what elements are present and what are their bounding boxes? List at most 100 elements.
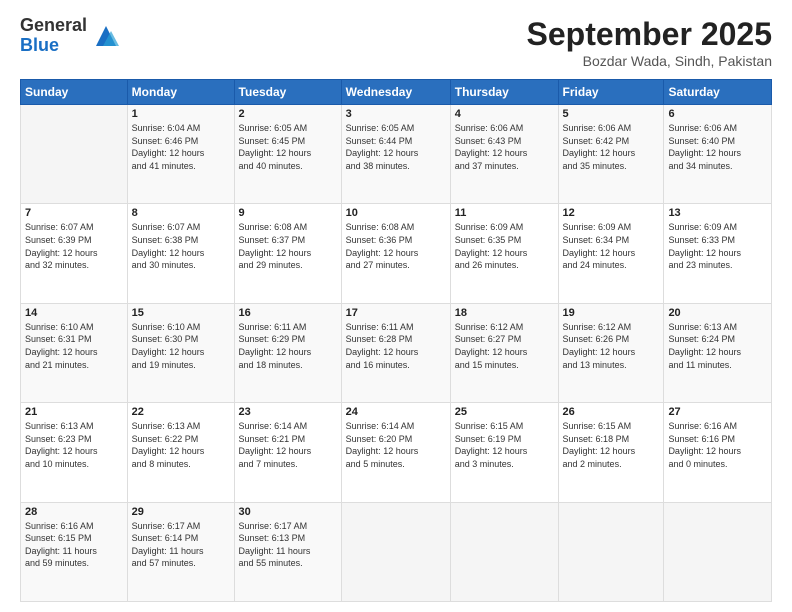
day-number: 14 [25, 307, 123, 319]
day-info: Sunrise: 6:15 AM Sunset: 6:18 PM Dayligh… [563, 420, 660, 470]
day-info: Sunrise: 6:14 AM Sunset: 6:21 PM Dayligh… [239, 420, 337, 470]
day-info: Sunrise: 6:07 AM Sunset: 6:39 PM Dayligh… [25, 221, 123, 271]
day-info: Sunrise: 6:15 AM Sunset: 6:19 PM Dayligh… [455, 420, 554, 470]
day-cell: 30 Sunrise: 6:17 AM Sunset: 6:13 PM Dayli… [234, 502, 341, 601]
day-info: Sunrise: 6:09 AM Sunset: 6:34 PM Dayligh… [563, 221, 660, 271]
logo-blue: Blue [20, 36, 87, 56]
day-cell [664, 502, 772, 601]
day-info: Sunrise: 6:05 AM Sunset: 6:45 PM Dayligh… [239, 122, 337, 172]
day-cell: 14 Sunrise: 6:10 AM Sunset: 6:31 PM Dayli… [21, 303, 128, 402]
day-number: 4 [455, 108, 554, 120]
day-info: Sunrise: 6:08 AM Sunset: 6:36 PM Dayligh… [346, 221, 446, 271]
day-cell: 11 Sunrise: 6:09 AM Sunset: 6:35 PM Dayli… [450, 204, 558, 303]
day-number: 10 [346, 207, 446, 219]
day-number: 19 [563, 307, 660, 319]
header: General Blue September 2025 Bozdar Wada,… [20, 16, 772, 69]
day-info: Sunrise: 6:10 AM Sunset: 6:31 PM Dayligh… [25, 321, 123, 371]
logo-icon [91, 21, 121, 51]
day-cell: 26 Sunrise: 6:15 AM Sunset: 6:18 PM Dayli… [558, 403, 664, 502]
day-info: Sunrise: 6:12 AM Sunset: 6:26 PM Dayligh… [563, 321, 660, 371]
day-cell [450, 502, 558, 601]
day-info: Sunrise: 6:16 AM Sunset: 6:16 PM Dayligh… [668, 420, 767, 470]
day-number: 29 [132, 506, 230, 518]
day-number: 3 [346, 108, 446, 120]
day-number: 17 [346, 307, 446, 319]
day-info: Sunrise: 6:06 AM Sunset: 6:42 PM Dayligh… [563, 122, 660, 172]
day-cell: 27 Sunrise: 6:16 AM Sunset: 6:16 PM Dayli… [664, 403, 772, 502]
header-cell-tuesday: Tuesday [234, 80, 341, 105]
header-cell-saturday: Saturday [664, 80, 772, 105]
day-cell: 6 Sunrise: 6:06 AM Sunset: 6:40 PM Daylig… [664, 105, 772, 204]
day-number: 30 [239, 506, 337, 518]
day-cell: 7Sunrise: 6:07 AM Sunset: 6:39 PM Daylig… [21, 204, 128, 303]
day-number: 22 [132, 406, 230, 418]
header-cell-monday: Monday [127, 80, 234, 105]
day-number: 6 [668, 108, 767, 120]
day-number: 1 [132, 108, 230, 120]
location: Bozdar Wada, Sindh, Pakistan [527, 53, 772, 69]
calendar: SundayMondayTuesdayWednesdayThursdayFrid… [20, 79, 772, 602]
calendar-header: SundayMondayTuesdayWednesdayThursdayFrid… [21, 80, 772, 105]
day-cell: 22 Sunrise: 6:13 AM Sunset: 6:22 PM Dayli… [127, 403, 234, 502]
day-cell: 20 Sunrise: 6:13 AM Sunset: 6:24 PM Dayli… [664, 303, 772, 402]
day-cell: 13 Sunrise: 6:09 AM Sunset: 6:33 PM Dayli… [664, 204, 772, 303]
day-cell: 16Sunrise: 6:11 AM Sunset: 6:29 PM Dayli… [234, 303, 341, 402]
day-cell: 4 Sunrise: 6:06 AM Sunset: 6:43 PM Daylig… [450, 105, 558, 204]
day-number: 25 [455, 406, 554, 418]
day-cell: 23Sunrise: 6:14 AM Sunset: 6:21 PM Dayli… [234, 403, 341, 502]
day-info: Sunrise: 6:13 AM Sunset: 6:22 PM Dayligh… [132, 420, 230, 470]
header-cell-sunday: Sunday [21, 80, 128, 105]
day-number: 11 [455, 207, 554, 219]
day-cell: 2 Sunrise: 6:05 AM Sunset: 6:45 PM Daylig… [234, 105, 341, 204]
calendar-body: 1Sunrise: 6:04 AM Sunset: 6:46 PM Daylig… [21, 105, 772, 602]
day-info: Sunrise: 6:06 AM Sunset: 6:40 PM Dayligh… [668, 122, 767, 172]
day-number: 26 [563, 406, 660, 418]
logo-text: General Blue [20, 16, 87, 56]
day-cell: 3 Sunrise: 6:05 AM Sunset: 6:44 PM Daylig… [341, 105, 450, 204]
month-title: September 2025 [527, 16, 772, 53]
week-row-3: 14 Sunrise: 6:10 AM Sunset: 6:31 PM Dayli… [21, 303, 772, 402]
day-cell: 19 Sunrise: 6:12 AM Sunset: 6:26 PM Dayli… [558, 303, 664, 402]
day-cell: 8 Sunrise: 6:07 AM Sunset: 6:38 PM Daylig… [127, 204, 234, 303]
day-cell: 9Sunrise: 6:08 AM Sunset: 6:37 PM Daylig… [234, 204, 341, 303]
day-info: Sunrise: 6:09 AM Sunset: 6:33 PM Dayligh… [668, 221, 767, 271]
day-info: Sunrise: 6:13 AM Sunset: 6:23 PM Dayligh… [25, 420, 123, 470]
day-number: 27 [668, 406, 767, 418]
day-cell: 25 Sunrise: 6:15 AM Sunset: 6:19 PM Dayli… [450, 403, 558, 502]
day-info: Sunrise: 6:11 AM Sunset: 6:28 PM Dayligh… [346, 321, 446, 371]
day-number: 12 [563, 207, 660, 219]
day-info: Sunrise: 6:16 AM Sunset: 6:15 PM Dayligh… [25, 520, 123, 570]
day-info: Sunrise: 6:07 AM Sunset: 6:38 PM Dayligh… [132, 221, 230, 271]
day-info: Sunrise: 6:05 AM Sunset: 6:44 PM Dayligh… [346, 122, 446, 172]
day-number: 24 [346, 406, 446, 418]
header-row: SundayMondayTuesdayWednesdayThursdayFrid… [21, 80, 772, 105]
day-cell: 12 Sunrise: 6:09 AM Sunset: 6:34 PM Dayli… [558, 204, 664, 303]
day-cell [558, 502, 664, 601]
page: General Blue September 2025 Bozdar Wada,… [0, 0, 792, 612]
day-info: Sunrise: 6:13 AM Sunset: 6:24 PM Dayligh… [668, 321, 767, 371]
day-number: 2 [239, 108, 337, 120]
day-info: Sunrise: 6:06 AM Sunset: 6:43 PM Dayligh… [455, 122, 554, 172]
header-cell-thursday: Thursday [450, 80, 558, 105]
week-row-4: 21Sunrise: 6:13 AM Sunset: 6:23 PM Dayli… [21, 403, 772, 502]
day-info: Sunrise: 6:10 AM Sunset: 6:30 PM Dayligh… [132, 321, 230, 371]
header-cell-friday: Friday [558, 80, 664, 105]
day-cell: 18Sunrise: 6:12 AM Sunset: 6:27 PM Dayli… [450, 303, 558, 402]
day-cell: 5Sunrise: 6:06 AM Sunset: 6:42 PM Daylig… [558, 105, 664, 204]
day-number: 15 [132, 307, 230, 319]
day-cell [341, 502, 450, 601]
day-number: 20 [668, 307, 767, 319]
day-cell: 29Sunrise: 6:17 AM Sunset: 6:14 PM Dayli… [127, 502, 234, 601]
day-cell: 28 Sunrise: 6:16 AM Sunset: 6:15 PM Dayli… [21, 502, 128, 601]
day-cell: 15 Sunrise: 6:10 AM Sunset: 6:30 PM Dayli… [127, 303, 234, 402]
day-cell: 1Sunrise: 6:04 AM Sunset: 6:46 PM Daylig… [127, 105, 234, 204]
day-number: 8 [132, 207, 230, 219]
day-number: 13 [668, 207, 767, 219]
day-info: Sunrise: 6:17 AM Sunset: 6:13 PM Dayligh… [239, 520, 337, 570]
day-cell: 10 Sunrise: 6:08 AM Sunset: 6:36 PM Dayli… [341, 204, 450, 303]
day-cell: 17 Sunrise: 6:11 AM Sunset: 6:28 PM Dayli… [341, 303, 450, 402]
day-number: 28 [25, 506, 123, 518]
title-area: September 2025 Bozdar Wada, Sindh, Pakis… [527, 16, 772, 69]
day-number: 9 [239, 207, 337, 219]
day-info: Sunrise: 6:09 AM Sunset: 6:35 PM Dayligh… [455, 221, 554, 271]
